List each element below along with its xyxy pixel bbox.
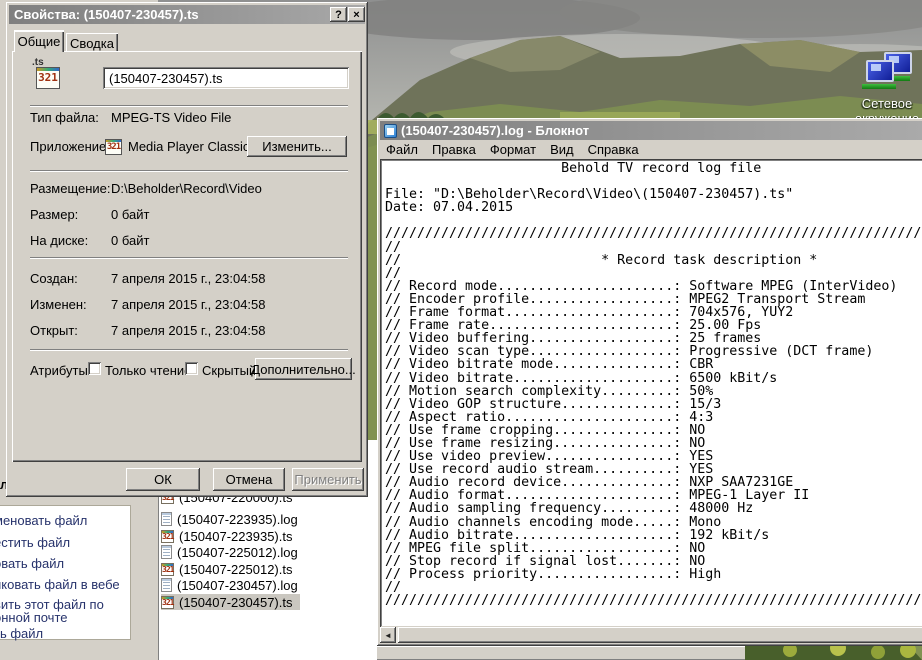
readonly-label: Только чтение [105, 363, 191, 378]
ts-file-icon: 321 [161, 563, 174, 576]
created-value: 7 апреля 2015 г., 23:04:58 [111, 271, 266, 286]
file-name: (150407-225012).log [177, 545, 298, 560]
size-on-disk-label: На диске: [30, 233, 88, 248]
dialog-titlebar[interactable]: Свойства: (150407-230457).ts [9, 5, 365, 24]
separator [30, 257, 348, 259]
accessed-label: Открыт: [30, 323, 78, 338]
menu-help[interactable]: Справка [582, 140, 647, 159]
monitor-front-icon [866, 60, 894, 82]
notepad-title: (150407-230457).log - Блокнот [401, 123, 589, 138]
filename-value: (150407-230457).ts [109, 71, 222, 86]
network-places-desktop-icon[interactable]: Сетевое окружение [832, 50, 922, 126]
file-name: (150407-225012).ts [179, 562, 292, 577]
dialog-title: Свойства: (150407-230457).ts [14, 7, 199, 22]
file-row[interactable]: 321 (150407-225012).ts [161, 561, 292, 577]
scroll-left-arrow-icon[interactable]: ◄ [380, 627, 396, 643]
file-name: (150407-223935).log [177, 512, 298, 527]
hidden-label: Скрытый [202, 363, 256, 378]
horizontal-scrollbar[interactable]: ◄ [380, 627, 922, 643]
network-places-icon [860, 50, 916, 94]
file-name: (150407-223935).ts [179, 529, 292, 544]
file-row[interactable]: (150407-223935).log [161, 511, 298, 527]
file-row-selected[interactable]: 321 (150407-230457).ts [161, 594, 300, 610]
task-link-move[interactable]: естить файл [0, 535, 70, 550]
notepad-window: (150407-230457).log - Блокнот Файл Правк… [377, 118, 922, 646]
location-value: D:\Beholder\Record\Video [111, 181, 262, 196]
properties-dialog: Свойства: (150407-230457).ts ? × Общие С… [6, 2, 368, 497]
tab-summary[interactable]: Сводка [66, 33, 118, 51]
file-row[interactable]: (150407-225012).log [161, 544, 298, 560]
explorer-window-bottom-edge [377, 646, 745, 660]
media-player-classic-icon: 321 [105, 139, 122, 155]
readonly-checkbox[interactable] [88, 362, 101, 375]
app-value: Media Player Classic - [128, 139, 257, 154]
log-file-icon [161, 545, 172, 559]
notepad-titlebar[interactable]: (150407-230457).log - Блокнот [380, 121, 922, 140]
notepad-menubar: Файл Правка Формат Вид Справка [380, 140, 922, 159]
type-value: MPEG-TS Video File [111, 110, 231, 125]
filename-field[interactable]: (150407-230457).ts [103, 67, 349, 89]
network-places-label-line1: Сетевое [832, 96, 922, 111]
ts-file-icon: 321 [161, 596, 174, 609]
cancel-button[interactable]: Отмена [213, 468, 285, 491]
file-name: (150407-230457).log [177, 578, 298, 593]
type-label: Тип файла: [30, 110, 99, 125]
modified-label: Изменен: [30, 297, 87, 312]
tab-page-general: .ts 321 (150407-230457).ts Тип файла: MP… [12, 51, 362, 462]
created-label: Создан: [30, 271, 78, 286]
notepad-icon [384, 124, 397, 138]
ts-file-type-icon: .ts 321 [30, 57, 66, 93]
file-row[interactable]: 321 (150407-223935).ts [161, 528, 292, 544]
size-value: 0 байт [111, 207, 149, 222]
file-name: (150407-230457).ts [179, 595, 292, 610]
ok-button[interactable]: ОК [126, 468, 200, 491]
menu-edit[interactable]: Правка [426, 140, 484, 159]
hidden-checkbox[interactable] [185, 362, 198, 375]
task-link-copy[interactable]: овать файл [0, 556, 64, 571]
log-file-icon [161, 578, 172, 592]
location-label: Размещение: [30, 181, 111, 196]
change-app-button[interactable]: Изменить... [247, 136, 347, 157]
apply-button[interactable]: Применить [292, 468, 364, 491]
app-label: Приложение: [30, 139, 110, 154]
ts-file-icon: 321 [161, 530, 174, 543]
scrollbar-thumb[interactable] [398, 627, 922, 643]
task-link-publish[interactable]: иковать файл в вебе [0, 577, 120, 592]
attributes-label: Атрибуты: [30, 363, 91, 378]
size-label: Размер: [30, 207, 78, 222]
modified-value: 7 апреля 2015 г., 23:04:58 [111, 297, 266, 312]
help-button[interactable]: ? [330, 7, 347, 22]
separator [30, 105, 348, 107]
task-link-rename[interactable]: меновать файл [0, 513, 87, 528]
notepad-text: Behold TV record log file File: "D:\Beho… [385, 162, 922, 607]
task-link-delete[interactable]: ть файл [0, 626, 43, 641]
separator [30, 349, 348, 351]
close-icon[interactable]: × [348, 7, 365, 22]
menu-file[interactable]: Файл [380, 140, 426, 159]
menu-format[interactable]: Формат [484, 140, 544, 159]
size-on-disk-value: 0 байт [111, 233, 149, 248]
menu-view[interactable]: Вид [544, 140, 582, 159]
tab-general[interactable]: Общие [14, 30, 64, 52]
log-file-icon [161, 512, 172, 526]
file-tasks-box: меновать файл естить файл овать файл ико… [0, 505, 131, 640]
task-link-email-line2[interactable]: онной почте [0, 610, 68, 625]
accessed-value: 7 апреля 2015 г., 23:04:58 [111, 323, 266, 338]
file-row[interactable]: (150407-230457).log [161, 577, 298, 593]
notepad-text-area[interactable]: Behold TV record log file File: "D:\Beho… [380, 159, 922, 627]
advanced-button[interactable]: Дополнительно... [255, 358, 352, 380]
separator [30, 170, 348, 172]
